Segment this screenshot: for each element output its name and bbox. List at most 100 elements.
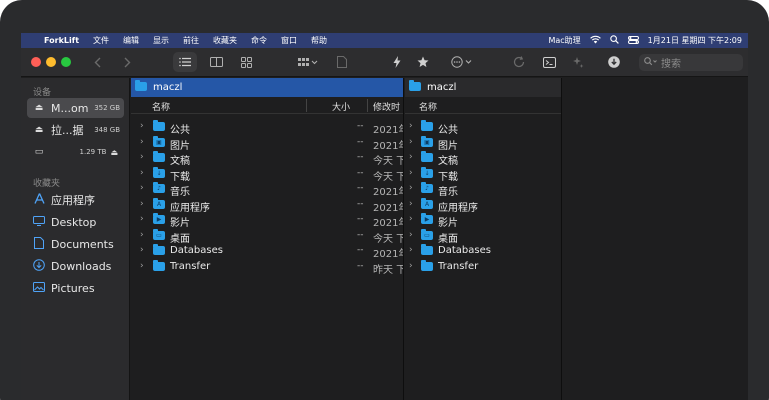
back-arrow-icon[interactable]: [89, 52, 105, 72]
table-row[interactable]: › 公共: [405, 120, 561, 136]
icon-view-icon[interactable]: [235, 52, 257, 72]
folder-icon: ♪: [153, 182, 165, 193]
file-modified: 今天 下: [373, 156, 404, 167]
table-row[interactable]: › ♪ 音乐: [405, 182, 561, 198]
menu-view[interactable]: 显示: [146, 35, 176, 46]
table-row[interactable]: › A 应用程序: [405, 197, 561, 214]
mac-assistant-label[interactable]: Mac助理: [548, 35, 580, 46]
menu-window[interactable]: 窗口: [274, 35, 304, 46]
disclosure-chevron-icon[interactable]: ›: [140, 137, 144, 147]
file-modified: 今天 下: [373, 171, 404, 183]
disclosure-chevron-icon[interactable]: ›: [140, 214, 144, 224]
column-header-size[interactable]: 大小: [332, 100, 350, 113]
table-row[interactable]: › Databases -- 2021年: [131, 244, 403, 260]
compare-sparkle-icon[interactable]: [570, 52, 586, 72]
right-pane-path-bar[interactable]: maczl: [405, 78, 561, 97]
menu-app-name[interactable]: ForkLift: [37, 36, 86, 45]
search-field[interactable]: 搜索: [639, 54, 743, 71]
menu-favorites[interactable]: 收藏夹: [206, 35, 244, 46]
left-pane-path-bar[interactable]: maczl: [131, 78, 403, 97]
sync-icon[interactable]: [511, 52, 527, 72]
search-icon[interactable]: [609, 35, 619, 46]
sidebar-item-label: Downloads: [51, 259, 112, 273]
table-row[interactable]: › Databases: [405, 244, 561, 260]
column-divider[interactable]: [306, 99, 307, 112]
menu-help[interactable]: 帮助: [304, 35, 334, 46]
menu-edit[interactable]: 编辑: [116, 35, 146, 46]
table-row[interactable]: › 公共 -- 2021年: [131, 120, 403, 136]
disclosure-chevron-icon[interactable]: ›: [409, 121, 413, 131]
wifi-icon[interactable]: [589, 35, 601, 46]
new-file-icon[interactable]: [334, 52, 350, 72]
group-by-grid-icon[interactable]: [293, 52, 323, 72]
table-row[interactable]: › Transfer: [405, 259, 561, 276]
download-circle-icon[interactable]: [606, 52, 622, 72]
column-divider[interactable]: [367, 99, 368, 112]
file-modified: 2021年: [373, 249, 403, 260]
table-row[interactable]: › ▭ 桌面 -- 今天 下: [131, 228, 403, 245]
table-row[interactable]: › 文稿: [405, 151, 561, 167]
column-view-icon[interactable]: [205, 52, 227, 72]
disclosure-chevron-icon[interactable]: ›: [409, 168, 413, 178]
column-header-modified[interactable]: 修改时: [373, 100, 400, 113]
more-actions-icon[interactable]: [448, 52, 476, 72]
sidebar-item-downloads[interactable]: Downloads: [27, 256, 124, 276]
sidebar-item-pictures[interactable]: Pictures: [27, 278, 124, 298]
table-row[interactable]: › ↓ 下载: [405, 166, 561, 183]
disclosure-chevron-icon[interactable]: ›: [409, 152, 413, 162]
disclosure-chevron-icon[interactable]: ›: [409, 245, 413, 255]
table-row[interactable]: › 文稿 -- 今天 下: [131, 151, 403, 167]
table-row[interactable]: › Transfer -- 昨天 下: [131, 259, 403, 276]
disclosure-chevron-icon[interactable]: ›: [409, 261, 413, 271]
disclosure-chevron-icon[interactable]: ›: [140, 168, 144, 178]
file-name: 应用程序: [170, 202, 210, 214]
menu-commands[interactable]: 命令: [244, 35, 274, 46]
disclosure-chevron-icon[interactable]: ›: [140, 230, 144, 240]
table-row[interactable]: › ▭ 桌面: [405, 228, 561, 245]
control-center-icon[interactable]: [627, 35, 639, 46]
close-window-button[interactable]: [31, 57, 41, 67]
disclosure-chevron-icon[interactable]: ›: [409, 214, 413, 224]
file-size: --: [357, 245, 364, 255]
table-row[interactable]: › ▶ 影片 -- 2021年: [131, 213, 403, 229]
disclosure-chevron-icon[interactable]: ›: [140, 199, 144, 209]
table-row[interactable]: › ▣ 图片 -- 2021年: [131, 135, 403, 152]
disclosure-chevron-icon[interactable]: ›: [409, 230, 413, 240]
column-header-name[interactable]: 名称: [419, 100, 437, 113]
table-row[interactable]: › ♪ 音乐 -- 2021年: [131, 182, 403, 198]
terminal-icon[interactable]: [541, 52, 557, 72]
table-row[interactable]: › ↓ 下载 -- 今天 下: [131, 166, 404, 183]
table-row[interactable]: › ▶ 影片: [405, 213, 561, 229]
menu-file[interactable]: 文件: [86, 35, 116, 46]
eject-icon[interactable]: ⏏: [110, 148, 118, 157]
sidebar-item-desktop[interactable]: Desktop: [27, 212, 124, 232]
sidebar-item-applications[interactable]: 应用程序: [27, 190, 124, 210]
column-header-name[interactable]: 名称: [152, 100, 170, 113]
table-row[interactable]: › A 应用程序 -- 2021年: [131, 197, 403, 214]
sidebar-item-documents[interactable]: Documents: [27, 234, 124, 254]
file-modified: 2021年: [373, 218, 403, 229]
file-size: --: [357, 183, 364, 193]
search-field-icon: [644, 56, 658, 69]
disclosure-chevron-icon[interactable]: ›: [409, 137, 413, 147]
table-row[interactable]: › ▣ 图片: [405, 135, 561, 152]
disclosure-chevron-icon[interactable]: ›: [140, 245, 144, 255]
disclosure-chevron-icon[interactable]: ›: [140, 183, 144, 193]
list-view-icon[interactable]: [173, 52, 197, 72]
disclosure-chevron-icon[interactable]: ›: [409, 199, 413, 209]
sidebar-device-2[interactable]: ⏏ 拉...据 348 GB: [27, 120, 124, 140]
sidebar-item-label: Pictures: [51, 281, 95, 295]
quick-connect-bolt-icon[interactable]: [389, 52, 405, 72]
zoom-window-button[interactable]: [61, 57, 71, 67]
favorite-star-icon[interactable]: [415, 52, 431, 72]
clock-datetime[interactable]: 1月21日 星期四 下午2:09: [648, 35, 742, 46]
disclosure-chevron-icon[interactable]: ›: [409, 183, 413, 193]
disclosure-chevron-icon[interactable]: ›: [140, 152, 144, 162]
menu-go[interactable]: 前往: [176, 35, 206, 46]
forward-arrow-icon[interactable]: [119, 52, 135, 72]
disclosure-chevron-icon[interactable]: ›: [140, 261, 144, 271]
sidebar-device-1[interactable]: ⏏ M...om 352 GB: [27, 98, 124, 118]
sidebar-device-3[interactable]: ▭ 1.29 TB ⏏: [27, 142, 124, 162]
disclosure-chevron-icon[interactable]: ›: [140, 121, 144, 131]
minimize-window-button[interactable]: [46, 57, 56, 67]
